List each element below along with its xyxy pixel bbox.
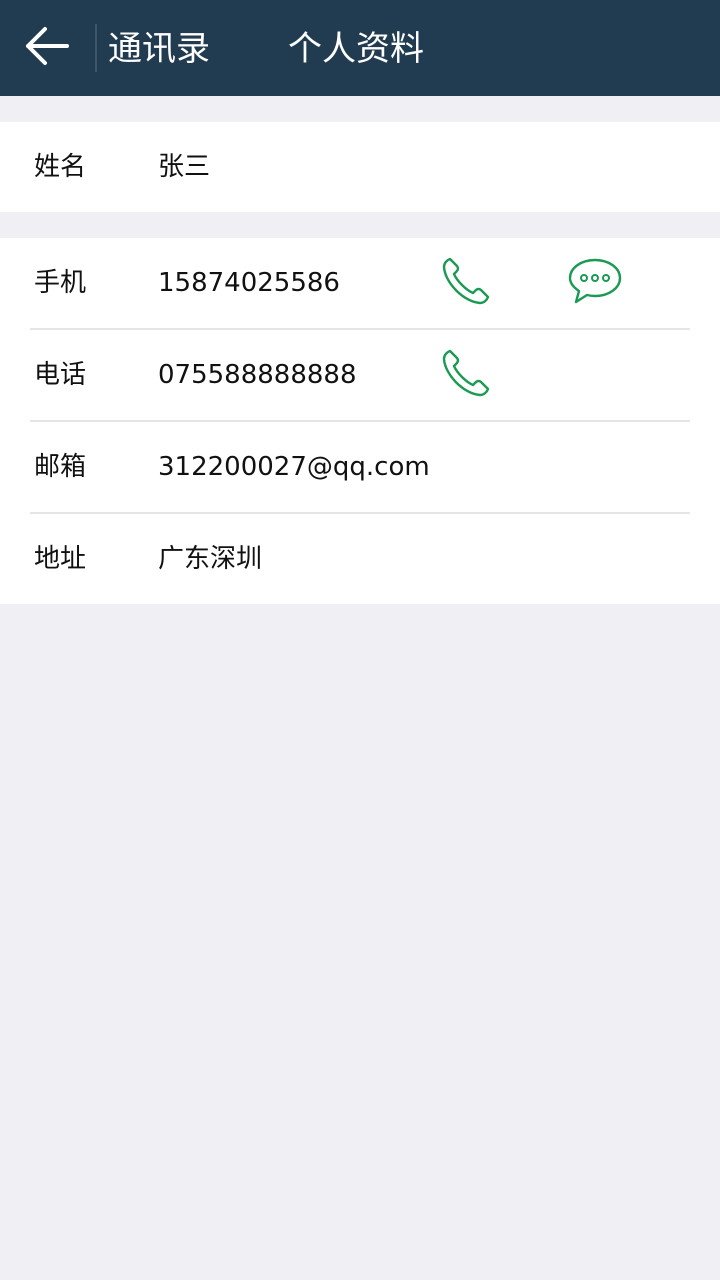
chat-bubble-icon	[566, 256, 624, 310]
name-value: 张三	[158, 152, 211, 182]
header-divider	[95, 24, 97, 72]
email-value[interactable]: 312200027@qq.com	[158, 422, 430, 512]
phone-row: 电话 075588888888	[0, 330, 720, 420]
name-label: 姓名	[34, 152, 87, 182]
name-card: 姓名 张三	[0, 122, 720, 212]
mobile-row: 手机 15874025586	[0, 238, 720, 328]
call-mobile-button[interactable]	[437, 254, 495, 312]
mobile-label: 手机	[34, 268, 87, 298]
phone-icon	[438, 253, 494, 313]
top-bar: 通讯录 个人资料	[0, 0, 720, 96]
contacts-nav-link[interactable]: 通讯录	[108, 26, 210, 72]
email-row: 邮箱 312200027@qq.com	[0, 422, 720, 512]
arrow-left-icon	[23, 26, 69, 70]
contact-card: 手机 15874025586 电话 075588888888 邮箱 312200…	[0, 238, 720, 604]
page-title: 个人资料	[288, 29, 424, 69]
address-label: 地址	[34, 544, 87, 574]
phone-label: 电话	[34, 360, 87, 390]
email-label: 邮箱	[34, 452, 87, 482]
call-phone-button[interactable]	[437, 346, 495, 404]
phone-icon	[438, 345, 494, 405]
back-button[interactable]	[18, 22, 74, 74]
address-value: 广东深圳	[158, 544, 263, 574]
mobile-value: 15874025586	[158, 268, 340, 298]
name-row: 姓名 张三	[0, 122, 720, 212]
message-mobile-button[interactable]	[566, 254, 624, 312]
phone-value: 075588888888	[158, 360, 357, 390]
address-row: 地址 广东深圳	[0, 514, 720, 604]
